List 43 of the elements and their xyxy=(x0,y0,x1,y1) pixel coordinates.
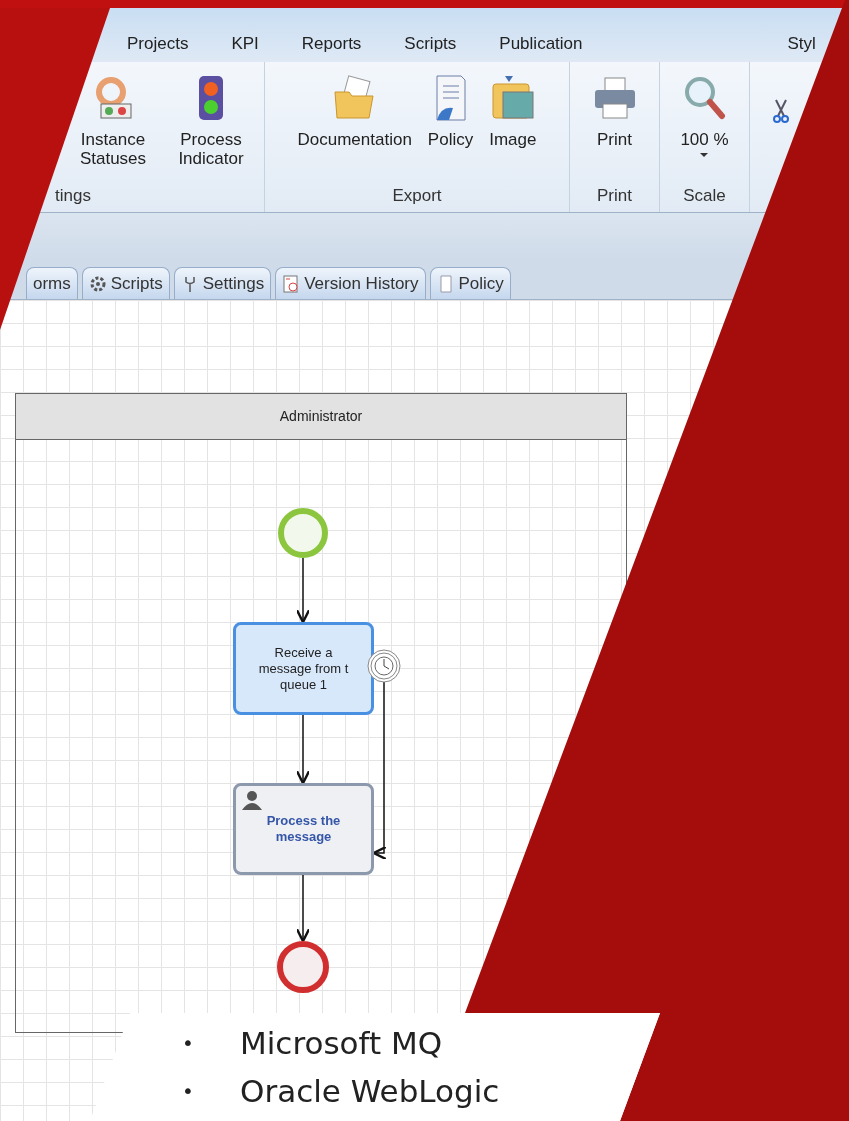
bullet-marker: • xyxy=(182,1030,195,1057)
flow-arrow xyxy=(295,874,311,943)
document-tab[interactable]: Scripts xyxy=(81,267,170,299)
ribbon-button[interactable]: Print xyxy=(592,74,637,149)
flow-arrow xyxy=(295,714,311,785)
menu-tab[interactable]: Projects xyxy=(127,30,189,56)
gear-icon xyxy=(88,274,107,293)
pool-header[interactable]: Administrator xyxy=(16,394,626,440)
task-node[interactable]: Receive a message from t queue 1 xyxy=(233,622,374,715)
bullet-text: Oracle WebLogic xyxy=(240,1074,500,1108)
ribbon-button[interactable]: Documentation xyxy=(297,74,412,149)
ribbon-button[interactable]: Instance Statuses xyxy=(72,74,154,168)
ribbon-button[interactable]: Policy xyxy=(427,74,474,149)
menu-tab[interactable]: Reports xyxy=(301,30,362,56)
history-icon xyxy=(282,274,301,293)
printer-icon xyxy=(592,74,637,122)
task-node[interactable]: Process the message xyxy=(233,783,374,875)
folder-icon xyxy=(332,74,377,122)
document-tab[interactable]: Settings xyxy=(173,267,272,299)
ribbon-button[interactable]: Image xyxy=(489,74,537,149)
end-event[interactable] xyxy=(277,941,329,993)
document-tab[interactable]: Version History xyxy=(275,267,426,299)
ribbon-group-label: Export xyxy=(391,184,443,207)
menu-tab[interactable]: Publication xyxy=(499,30,583,56)
magnifier-icon xyxy=(682,74,727,122)
bullet-text: Microsoft MQ xyxy=(240,1026,443,1060)
start-event[interactable] xyxy=(278,508,328,558)
ribbon-group-label: tings xyxy=(54,184,92,207)
document-tab[interactable]: Policy xyxy=(429,267,511,299)
timer-icon[interactable] xyxy=(367,649,401,683)
ribbon-button[interactable]: Process Indicator xyxy=(170,74,252,168)
ribbon-button[interactable]: 100 % xyxy=(680,74,729,157)
document-tab[interactable]: orms xyxy=(26,267,78,299)
ribbon-group-label: Print xyxy=(596,184,633,207)
ribbon-group-label: Scale xyxy=(682,184,727,207)
picture-icon xyxy=(490,74,535,122)
bullet-marker: • xyxy=(182,1078,195,1105)
person-icon xyxy=(240,790,264,810)
menu-tab[interactable]: Styl xyxy=(787,30,816,56)
scissors-icon xyxy=(770,98,792,124)
menu-tab[interactable]: Scripts xyxy=(404,30,457,56)
menu-tab[interactable]: KPI xyxy=(231,30,259,56)
flow-arrow xyxy=(295,557,311,624)
